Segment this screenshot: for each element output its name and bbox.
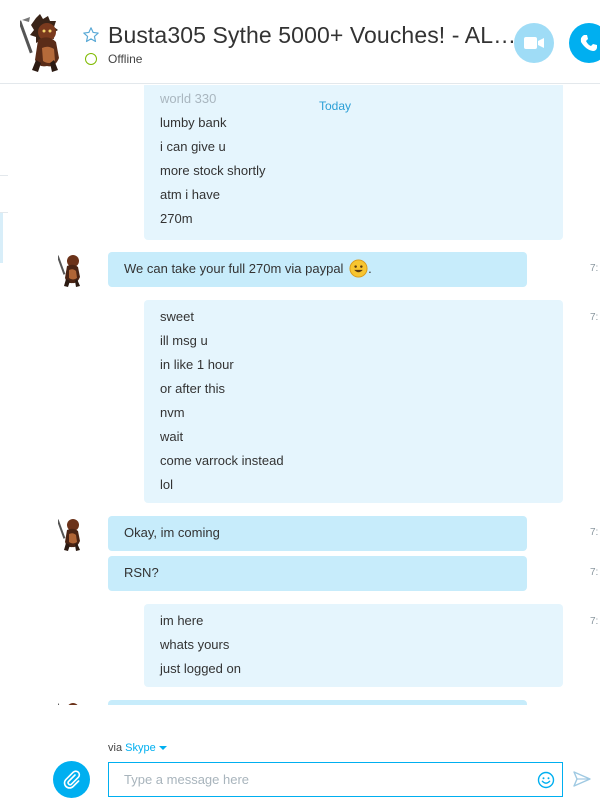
contact-name: Busta305 Sythe 5000+ Vouches! - AL… — [108, 22, 517, 48]
via-service[interactable]: Skype — [125, 742, 156, 754]
message-line: 270m — [160, 211, 193, 226]
message-line: ill msg u — [160, 333, 208, 348]
message-line: i can give u — [160, 139, 226, 154]
message-line: come varrock instead — [160, 453, 284, 468]
message-line: lol — [160, 477, 174, 492]
message-line: We can take your full 270m via paypal . — [124, 252, 511, 286]
message-timestamp: 7: — [590, 567, 599, 578]
send-icon[interactable] — [573, 770, 591, 788]
skype-chat-window: Busta305 Sythe 5000+ Vouches! - AL… Offl… — [0, 0, 600, 810]
via-label: via — [108, 742, 123, 754]
incoming-message[interactable]: sweet ill msg u in like 1 hour or after … — [144, 300, 563, 503]
sent-message[interactable]: We can take your full 270m via paypal . — [108, 252, 527, 287]
contact-avatar[interactable] — [20, 12, 72, 74]
message-composer[interactable] — [108, 762, 563, 797]
video-camera-icon — [524, 37, 544, 49]
message-line: sweet — [160, 309, 194, 324]
message-list[interactable]: Today world 330 lumby bank i can give u … — [0, 85, 600, 705]
message-line: nvm — [160, 405, 185, 420]
message-line: RSN? — [124, 565, 159, 580]
presence-text: Offline — [108, 52, 143, 66]
message-timestamp: 7: — [590, 616, 599, 627]
incoming-message[interactable]: im here whats yours just logged on — [144, 604, 563, 687]
message-line: im here — [160, 613, 204, 628]
message-line: atm i have — [160, 187, 220, 202]
message-text: We can take your full 270m via paypal — [124, 261, 344, 276]
attach-button[interactable] — [53, 761, 90, 798]
sent-message[interactable]: RSN? — [108, 556, 527, 591]
message-line: wait — [160, 429, 184, 444]
message-line: or after this — [160, 381, 226, 396]
message-timestamp: 7: — [590, 527, 599, 538]
message-line: lumby bank — [160, 115, 227, 130]
date-divider: Today — [318, 99, 352, 113]
message-timestamp: 7: — [590, 263, 599, 274]
message-suffix: . — [368, 261, 372, 276]
sent-message[interactable]: Okay, im coming — [108, 516, 527, 551]
sent-message[interactable] — [108, 700, 527, 705]
message-line: Okay, im coming — [124, 525, 220, 540]
video-call-button[interactable] — [514, 23, 554, 63]
audio-call-button[interactable] — [569, 23, 600, 63]
via-service-selector[interactable]: via Skype — [108, 742, 167, 754]
message-line: just logged on — [160, 661, 241, 676]
message-line: in like 1 hour — [160, 357, 234, 372]
sender-avatar[interactable] — [58, 700, 86, 705]
paperclip-icon — [63, 769, 80, 789]
sender-avatar[interactable] — [58, 516, 86, 552]
emoji-icon[interactable] — [537, 771, 555, 789]
message-line: more stock shortly — [160, 163, 266, 178]
chevron-down-icon[interactable] — [158, 746, 167, 751]
presence-status: Offline — [85, 52, 142, 66]
message-line: whats yours — [160, 637, 230, 652]
sender-avatar[interactable] — [58, 252, 86, 288]
phone-icon — [580, 35, 597, 51]
star-icon[interactable] — [82, 26, 100, 44]
message-input[interactable] — [109, 763, 529, 796]
message-timestamp: 7: — [590, 312, 599, 323]
smiley-emoji-icon — [349, 259, 368, 278]
presence-ring-icon — [85, 53, 97, 65]
conversation-header: Busta305 Sythe 5000+ Vouches! - AL… Offl… — [0, 0, 600, 84]
